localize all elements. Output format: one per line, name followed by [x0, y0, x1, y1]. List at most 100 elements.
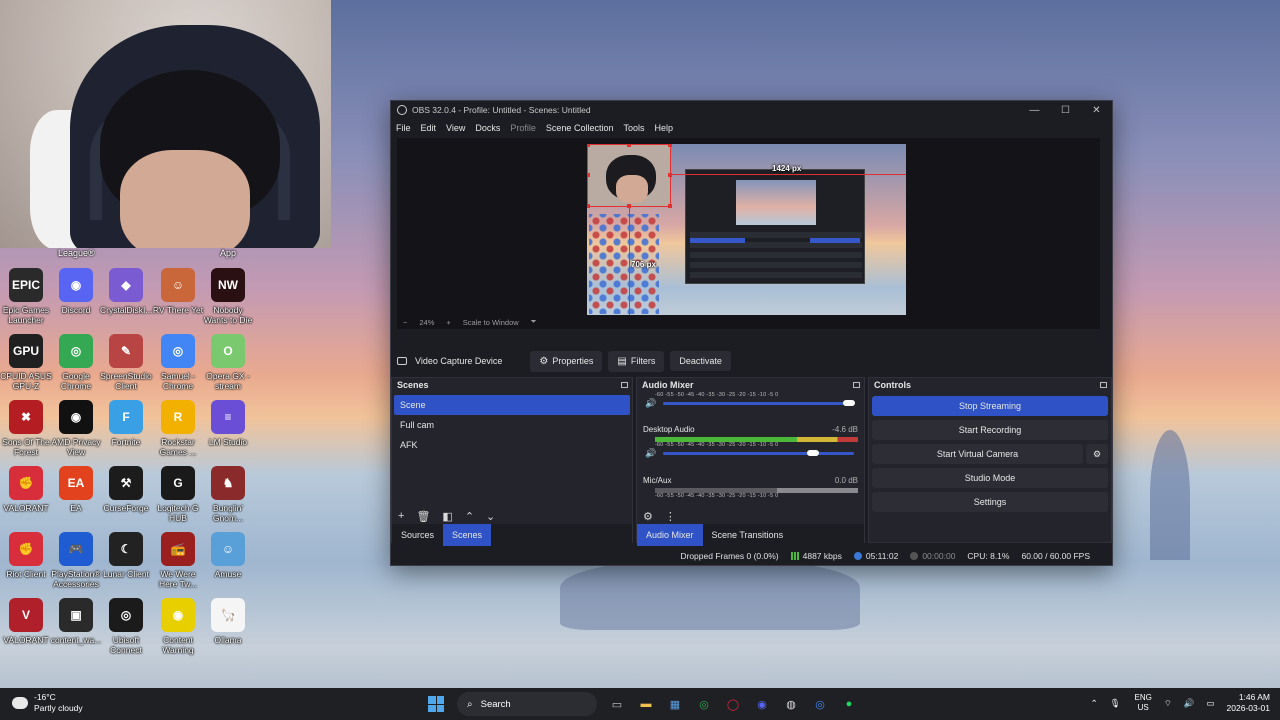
desktop-icon[interactable]: 🎮 PlayStation® Accessories — [50, 532, 102, 589]
move-down-icon[interactable]: ⌄ — [486, 510, 495, 523]
speaker-icon[interactable]: 🔊 — [645, 398, 656, 409]
settings-button[interactable]: Settings — [872, 492, 1108, 512]
desktop-icon[interactable]: ☺ Amuse — [202, 532, 254, 579]
tab-sources[interactable]: Sources — [392, 524, 443, 546]
desktop-icon[interactable]: ☾ Lunar Client — [100, 532, 152, 579]
maximize-button[interactable]: ☐ — [1050, 105, 1081, 116]
menu-help[interactable]: Help — [654, 123, 673, 133]
desktop-icon[interactable]: ◉ Content Warning — [152, 598, 204, 655]
desktop-icon[interactable]: EPIC Epic Games Launcher — [0, 268, 52, 325]
language-indicator[interactable]: ENG US — [1135, 693, 1152, 713]
menu-view[interactable]: View — [446, 123, 465, 133]
weather-widget[interactable]: -16°C Partly cloudy — [12, 692, 83, 714]
volume-slider[interactable]: 🔊 — [645, 448, 858, 458]
discord-icon[interactable]: ◉ — [750, 692, 774, 716]
desktop-icon[interactable]: ◎ Ubisoft Connect — [100, 598, 152, 655]
desktop-icon[interactable]: ◉ Discord — [50, 268, 102, 315]
speaker-icon[interactable]: 🔊 — [645, 448, 656, 459]
tab-scenes[interactable]: Scenes — [443, 524, 492, 546]
menu-docks[interactable]: Docks — [475, 123, 500, 133]
desktop-icon[interactable]: ◎ Google Chrome — [50, 334, 102, 391]
desktop-icon[interactable]: 🦙 Ollama — [202, 598, 254, 645]
desktop-icon[interactable]: O Opera GX - stream — [202, 334, 254, 391]
resize-handle[interactable] — [587, 204, 590, 208]
deactivate-button[interactable]: Deactivate — [670, 351, 731, 371]
scene-item-full-cam[interactable]: Full cam — [394, 415, 630, 435]
chevron-up-icon[interactable]: ⌃ — [1091, 698, 1098, 709]
add-scene-icon[interactable]: + — [398, 510, 404, 522]
desktop-icon[interactable]: G Logitech G HUB — [152, 466, 204, 523]
properties-button[interactable]: ⚙ Properties — [530, 350, 603, 372]
desktop-icon[interactable]: R Rockstar Games ... — [152, 400, 204, 457]
desktop-icon[interactable]: ✊ Riot Client — [0, 532, 52, 579]
menu-edit[interactable]: Edit — [421, 123, 437, 133]
chrome-icon[interactable]: ◎ — [692, 692, 716, 716]
microsoft-store-icon[interactable]: ▦ — [663, 692, 687, 716]
preview-canvas[interactable]: 1424 px 706 px — [587, 144, 906, 324]
stop-streaming-button[interactable]: Stop Streaming — [872, 396, 1108, 416]
scene-item-scene[interactable]: Scene — [394, 395, 630, 415]
desktop-icon[interactable]: ◆ CrystalDiskI... — [100, 268, 152, 315]
start-button[interactable] — [424, 692, 448, 716]
filters-button[interactable]: ▤ Filters — [608, 350, 665, 372]
obs-icon[interactable]: ◍ — [779, 692, 803, 716]
desktop-icon[interactable]: ✖ Sons Of The Forest — [0, 400, 52, 457]
chrome-profile-icon[interactable]: ◎ — [808, 692, 832, 716]
preview-area[interactable]: 1424 px 706 px − 24% + Scale to Window ⏷ — [397, 138, 1100, 329]
advanced-audio-icon[interactable]: ⚙ — [643, 510, 653, 523]
menu-tools[interactable]: Tools — [623, 123, 644, 133]
desktop-icon[interactable]: ⚒ CurseForge — [100, 466, 152, 513]
resize-handle[interactable] — [668, 204, 672, 208]
desktop-icon[interactable]: 📻 We Were Here Tw... — [152, 532, 204, 589]
desktop-icon[interactable]: NW Nobody Wants to Die — [202, 268, 254, 325]
desktop-icon[interactable]: ◎ Samuel - Chrome — [152, 334, 204, 391]
spotify-icon[interactable]: ● — [837, 692, 861, 716]
move-up-icon[interactable]: ⌃ — [465, 510, 474, 523]
scene-filters-icon[interactable]: ◧ — [442, 510, 452, 523]
menu-profile[interactable]: Profile — [510, 123, 536, 133]
scene-item-afk[interactable]: AFK — [394, 435, 630, 455]
virtual-camera-settings-icon[interactable]: ⚙ — [1086, 444, 1108, 464]
studio-mode-button[interactable]: Studio Mode — [872, 468, 1108, 488]
undock-icon[interactable] — [1100, 382, 1107, 388]
chevron-down-icon[interactable]: ⏷ — [531, 317, 537, 327]
obs-title-bar[interactable]: OBS 32.0.4 - Profile: Untitled - Scenes:… — [391, 101, 1112, 119]
resize-handle[interactable] — [627, 204, 631, 208]
menu-file[interactable]: File — [396, 123, 411, 133]
desktop-icon[interactable]: EA EA — [50, 466, 102, 513]
trash-icon[interactable]: 🗑 — [416, 510, 430, 523]
minimize-button[interactable]: — — [1019, 105, 1050, 116]
opera-gx-icon[interactable]: ◯ — [721, 692, 745, 716]
tab-audio-mixer[interactable]: Audio Mixer — [637, 524, 703, 546]
undock-icon[interactable] — [853, 382, 860, 388]
zoom-in-button[interactable]: + — [446, 318, 450, 327]
resize-handle[interactable] — [668, 173, 672, 177]
volume-icon[interactable]: 🔊 — [1184, 698, 1195, 709]
undock-icon[interactable] — [621, 382, 628, 388]
desktop-icon[interactable]: ✎ SpreenStudio Client — [100, 334, 152, 391]
desktop-icon[interactable]: ◉ AMD Privacy View — [50, 400, 102, 457]
battery-icon[interactable]: ▭ — [1206, 698, 1214, 709]
zoom-out-button[interactable]: − — [403, 318, 407, 327]
close-button[interactable]: ✕ — [1081, 105, 1112, 116]
desktop-icon[interactable]: GPU CPUID ASUS GPU-Z — [0, 334, 52, 391]
more-options-icon[interactable]: ⋮ — [665, 510, 676, 523]
desktop-icon[interactable]: ♞ Bunglin' Gnom... — [202, 466, 254, 523]
desktop-icon[interactable]: ≡ LM Studio — [202, 400, 254, 447]
desktop-icon[interactable]: F Fortnite — [100, 400, 152, 447]
start-virtual-camera-button[interactable]: Start Virtual Camera — [872, 444, 1083, 464]
file-explorer-icon[interactable]: ▬ — [634, 692, 658, 716]
taskbar-search[interactable]: ⌕ Search — [457, 692, 597, 716]
resize-handle[interactable] — [668, 144, 672, 147]
desktop-icon[interactable]: ▣ content_wa... — [50, 598, 102, 645]
task-view-icon[interactable]: ▭ — [605, 692, 629, 716]
menu-scene-collection[interactable]: Scene Collection — [546, 123, 614, 133]
resize-handle[interactable] — [627, 144, 631, 147]
resize-handle[interactable] — [587, 144, 590, 147]
desktop-icon[interactable]: ☺ RV There Yet — [152, 268, 204, 315]
start-recording-button[interactable]: Start Recording — [872, 420, 1108, 440]
volume-slider[interactable]: 🔊 — [645, 398, 858, 408]
preview-selected-source[interactable] — [587, 144, 671, 207]
scale-mode-select[interactable]: Scale to Window — [463, 318, 519, 327]
clock[interactable]: 1:46 AM 2026-03-01 — [1227, 692, 1270, 714]
